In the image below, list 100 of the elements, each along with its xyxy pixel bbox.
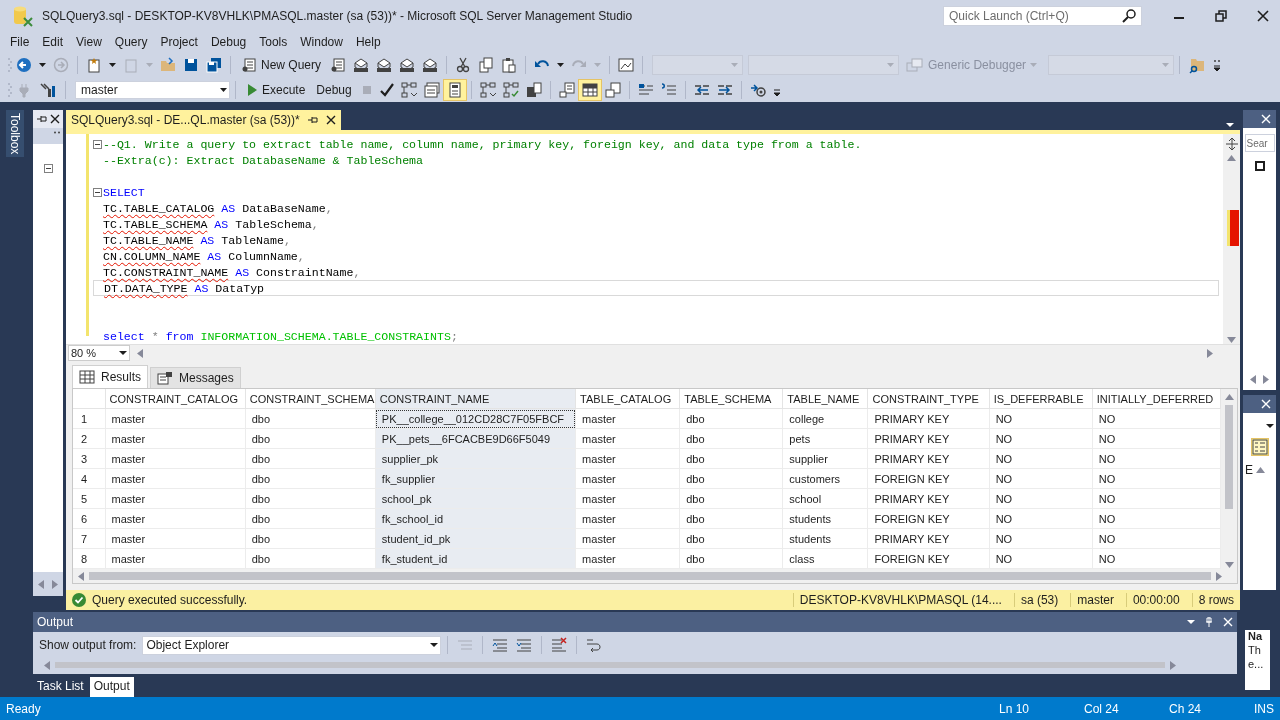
table-cell[interactable]: master: [575, 408, 680, 429]
table-cell[interactable]: customers: [782, 468, 868, 489]
scroll-right-icon[interactable]: [1215, 571, 1223, 581]
table-cell[interactable]: master: [105, 428, 246, 449]
table-cell[interactable]: dbo: [679, 528, 783, 549]
table-cell[interactable]: FOREIGN KEY: [867, 548, 990, 569]
table-cell[interactable]: school: [782, 488, 868, 509]
menu-item[interactable]: Query: [108, 33, 155, 51]
scroll-up-icon[interactable]: [1224, 393, 1234, 401]
table-cell[interactable]: dbo: [245, 528, 376, 549]
table-cell[interactable]: NO: [1092, 548, 1221, 569]
table-cell[interactable]: master: [105, 548, 246, 569]
debug-button[interactable]: Debug: [311, 80, 357, 99]
database-dropdown[interactable]: master: [75, 80, 230, 99]
table-cell[interactable]: dbo: [245, 548, 376, 569]
panel-tab[interactable]: Task List: [33, 677, 88, 697]
table-cell[interactable]: master: [575, 448, 680, 469]
table-cell[interactable]: master: [575, 528, 680, 549]
table-cell[interactable]: PRIMARY KEY: [867, 408, 990, 429]
table-cell[interactable]: NO: [989, 508, 1093, 529]
table-cell[interactable]: master: [105, 488, 246, 509]
scroll-left-icon[interactable]: [136, 348, 144, 358]
menu-item[interactable]: Tools: [253, 33, 295, 51]
menu-item[interactable]: Debug: [204, 33, 254, 51]
split-icon[interactable]: [1225, 138, 1238, 150]
table-cell[interactable]: master: [575, 508, 680, 529]
caret-icon[interactable]: [1226, 120, 1234, 130]
table-cell[interactable]: dbo: [679, 468, 783, 489]
calculator-icon[interactable]: [443, 79, 466, 100]
table-cell[interactable]: FOREIGN KEY: [867, 508, 990, 529]
table-cell[interactable]: NO: [1092, 488, 1221, 509]
table-cell[interactable]: NO: [1092, 468, 1221, 489]
scroll-right-icon[interactable]: [1206, 348, 1214, 358]
zoom-dropdown[interactable]: 80 %: [68, 345, 130, 361]
table-cell[interactable]: PRIMARY KEY: [867, 528, 990, 549]
table-cell[interactable]: master: [105, 468, 246, 489]
table-cell[interactable]: students: [782, 508, 868, 529]
table-cell[interactable]: NO: [989, 428, 1093, 449]
table-cell[interactable]: dbo: [679, 408, 783, 429]
table-cell[interactable]: master: [105, 528, 246, 549]
table-cell[interactable]: dbo: [679, 428, 783, 449]
table-cell[interactable]: NO: [1092, 508, 1221, 529]
table-cell[interactable]: NO: [1092, 448, 1221, 469]
search-icon[interactable]: [1121, 8, 1137, 24]
table-cell[interactable]: NO: [1092, 428, 1221, 449]
table-cell[interactable]: dbo: [245, 428, 376, 449]
column-header[interactable]: CONSTRAINT_SCHEMA: [245, 389, 376, 409]
column-header[interactable]: TABLE_NAME: [782, 389, 868, 409]
menu-item[interactable]: Window: [294, 33, 350, 51]
table-cell[interactable]: master: [105, 508, 246, 529]
results-tab[interactable]: Results: [72, 365, 148, 388]
table-cell[interactable]: master: [575, 468, 680, 489]
scroll-up-icon[interactable]: [1256, 466, 1265, 474]
scroll-left-icon[interactable]: [77, 571, 85, 581]
table-cell[interactable]: dbo: [245, 468, 376, 489]
caret-icon[interactable]: [1266, 421, 1274, 431]
column-header[interactable]: CONSTRAINT_CATALOG: [105, 389, 246, 409]
column-header[interactable]: IS_DEFERRABLE: [989, 389, 1093, 409]
table-cell[interactable]: dbo: [679, 508, 783, 529]
scroll-left-icon[interactable]: [1249, 375, 1257, 384]
table-cell[interactable]: FOREIGN KEY: [867, 468, 990, 489]
scroll-thumb[interactable]: [89, 572, 1211, 580]
collapse-icon[interactable]: [43, 164, 53, 173]
output-source-dropdown[interactable]: Object Explorer: [142, 635, 442, 655]
vertical-scrollbar[interactable]: [1221, 389, 1237, 569]
close-icon[interactable]: [50, 114, 60, 124]
table-cell[interactable]: dbo: [245, 408, 376, 429]
caret-icon[interactable]: [36, 60, 49, 69]
table-cell[interactable]: dbo: [679, 488, 783, 509]
table-cell[interactable]: NO: [989, 488, 1093, 509]
quick-launch-field[interactable]: Quick Launch (Ctrl+Q): [943, 6, 1142, 26]
table-cell[interactable]: PRIMARY KEY: [867, 428, 990, 449]
horizontal-scrollbar[interactable]: [73, 569, 1237, 583]
table-cell[interactable]: NO: [1092, 408, 1221, 429]
panel-tab[interactable]: Output: [89, 677, 134, 697]
table-cell[interactable]: NO: [989, 548, 1093, 569]
table-cell[interactable]: pets: [782, 428, 868, 449]
table-cell[interactable]: NO: [989, 448, 1093, 469]
table-cell[interactable]: master: [575, 428, 680, 449]
table-cell[interactable]: master: [105, 408, 246, 429]
close-icon[interactable]: [1257, 10, 1269, 22]
scroll-up-icon[interactable]: [1227, 154, 1236, 162]
search-field[interactable]: Sear: [1244, 134, 1275, 152]
execute-button[interactable]: Execute: [241, 80, 311, 99]
menu-item[interactable]: Project: [154, 33, 205, 51]
table-cell[interactable]: college: [782, 408, 868, 429]
grid-results-icon[interactable]: [578, 79, 601, 100]
table-cell[interactable]: NO: [989, 468, 1093, 489]
caret-icon[interactable]: [106, 60, 119, 69]
vertical-scrollbar[interactable]: [1223, 134, 1240, 344]
menu-item[interactable]: Edit: [36, 33, 71, 51]
menu-item[interactable]: File: [4, 33, 37, 51]
table-cell[interactable]: NO: [989, 528, 1093, 549]
table-cell[interactable]: students: [782, 528, 868, 549]
scroll-right-icon[interactable]: [1262, 375, 1270, 384]
table-cell[interactable]: dbo: [245, 488, 376, 509]
table-cell[interactable]: dbo: [245, 508, 376, 529]
results-tab[interactable]: Messages: [150, 367, 241, 388]
column-header[interactable]: TABLE_CATALOG: [575, 389, 680, 409]
scroll-thumb[interactable]: [55, 662, 1165, 668]
